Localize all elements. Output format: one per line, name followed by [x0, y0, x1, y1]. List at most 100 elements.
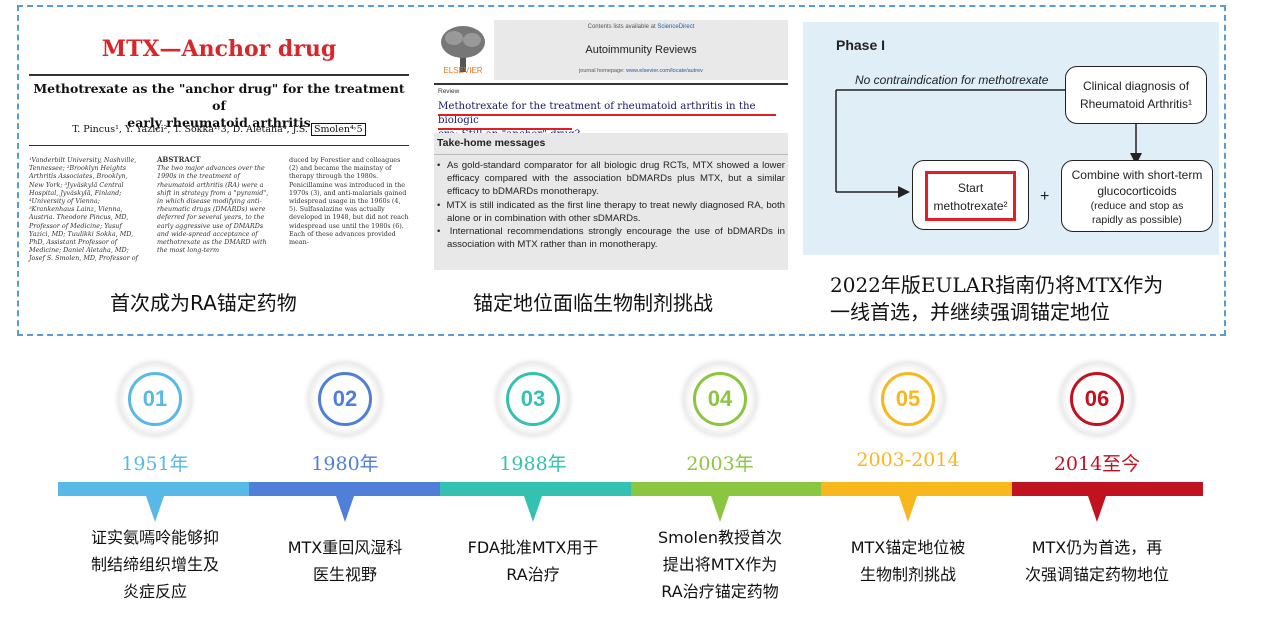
timeline-description: MTX重回风湿科 医生视野 — [250, 534, 440, 588]
journal-header: Contents lists available at ScienceDirec… — [494, 20, 788, 80]
red-underline — [438, 128, 572, 130]
take-home-heading: Take-home messages — [437, 137, 546, 149]
description-line: 炎症反应 — [122, 582, 187, 601]
contents-prefix: Contents lists available at — [587, 24, 658, 30]
paper-title-line1: Methotrexate as the "anchor drug" for th… — [33, 81, 405, 113]
timeline-pointer — [899, 496, 917, 522]
description-line: Smolen教授首次 — [658, 528, 782, 547]
description-line: MTX锚定地位被 — [850, 538, 966, 557]
list-item: • International recommendations strongly… — [437, 226, 785, 251]
description-line: RA治疗锚定药物 — [661, 582, 779, 601]
timeline-node-05: 05 — [871, 362, 945, 436]
description-line: FDA批准MTX用于 — [467, 538, 599, 557]
diagnosis-line1: Clinical diagnosis of — [1082, 79, 1190, 93]
timeline-pointer — [711, 496, 729, 522]
timeline-year: 1988年 — [499, 453, 567, 475]
divider — [29, 74, 409, 76]
description-line: 提出将MTX作为 — [662, 555, 778, 574]
timeline-year: 2003年 — [686, 453, 754, 475]
timeline-description: MTX仍为首选，再 次强调锚定药物地位 — [1002, 534, 1192, 588]
timeline-number: 05 — [881, 372, 935, 426]
start-mtx-box: Start methotrexate² — [912, 160, 1029, 230]
description-line: 证实氨嘕呤能够抑 — [90, 528, 219, 547]
timeline-bar-segment — [58, 482, 250, 496]
timeline-pointer — [146, 496, 164, 522]
timeline-year: 2003-2014 — [856, 449, 960, 471]
timeline-year: 1951年 — [121, 453, 189, 475]
timeline-description: MTX锚定地位被 生物制剂挑战 — [813, 534, 1003, 588]
panel3-caption-line2: 一线首选，并继续强调锚定地位 — [830, 300, 1110, 324]
timeline-number: 02 — [318, 372, 372, 426]
contents-line: Contents lists available at ScienceDirec… — [494, 24, 788, 30]
start-line1: Start — [957, 181, 984, 195]
timeline-node-06: 06 — [1060, 362, 1134, 436]
start-mtx-highlight: Start methotrexate² — [925, 171, 1016, 221]
panel3-caption: 2022年版EULAR指南仍将MTX作为 一线首选，并继续强调锚定地位 — [830, 272, 1163, 326]
timeline-node-04: 04 — [683, 362, 757, 436]
description-line: RA治疗 — [506, 565, 560, 584]
description-line: 制结缔组织增生及 — [90, 555, 219, 574]
autoimmunity-reviews-panel: ELSEVIER Contents lists available at Sci… — [434, 14, 788, 270]
journal-homepage: journal homepage: www.elsevier.com/locat… — [494, 68, 788, 74]
timeline-bar-segment — [248, 482, 441, 496]
homepage-url[interactable]: www.elsevier.com/locate/autrev — [626, 68, 703, 74]
abstract-heading: ABSTRACT — [157, 155, 201, 164]
description-line: 次强调锚定药物地位 — [1024, 565, 1169, 584]
combine-line2: glucocorticoids — [1097, 184, 1177, 198]
timeline-number: 01 — [128, 372, 182, 426]
timeline-description: FDA批准MTX用于 RA治疗 — [438, 534, 628, 588]
diagnosis-box: Clinical diagnosis of Rheumatoid Arthrit… — [1065, 66, 1207, 124]
glucocorticoids-box: Combine with short-term glucocorticoids … — [1061, 160, 1213, 232]
affiliations: ¹Vanderbilt University, Nashville, Tenne… — [29, 156, 138, 264]
take-home-box: Take-home messages • As gold-standard co… — [434, 133, 788, 270]
abstract: ABSTRACT The two major advances over the… — [157, 155, 275, 254]
timeline-node-03: 03 — [496, 362, 570, 436]
article-type: Review — [438, 88, 460, 95]
description-line: MTX仍为首选，再 — [1031, 538, 1163, 557]
timeline-bar-segment — [439, 482, 631, 496]
red-underline — [438, 114, 776, 116]
panel1-title: MTX—Anchor drug — [101, 36, 337, 62]
no-contraindication-label: No contraindication for methotrexate — [855, 73, 1049, 87]
anchor-drug-paper-panel: MTX—Anchor drug Methotrexate as the "anc… — [27, 14, 411, 264]
divider — [29, 145, 409, 146]
paper-authors: T. Pincus¹, Y. Yazici², T. Sokka¹˒3, D. … — [27, 123, 411, 136]
sciencedirect-link[interactable]: ScienceDirect — [657, 24, 694, 30]
combine-line4: rapidly as possible) — [1092, 214, 1182, 226]
timeline-node-02: 02 — [308, 362, 382, 436]
description-line: MTX重回风湿科 — [287, 538, 403, 557]
take-home-list: • As gold-standard comparator for all bi… — [437, 159, 785, 251]
journal-name: Autoimmunity Reviews — [585, 44, 697, 56]
timeline-year: 2014至今 — [1053, 453, 1141, 475]
timeline-bar-segment — [821, 482, 1013, 496]
panel1-caption: 首次成为RA锚定药物 — [110, 291, 297, 315]
timeline-number: 04 — [693, 372, 747, 426]
combine-line3: (reduce and stop as — [1090, 200, 1184, 212]
body-column: duced by Forestier and colleagues (2) an… — [289, 156, 409, 247]
panel3-caption-line1: 2022年版EULAR指南仍将MTX作为 — [830, 273, 1164, 297]
bullet-text: MTX is still indicated as the first line… — [446, 199, 785, 224]
timeline-bar-segment — [1012, 482, 1204, 496]
timeline-node-01: 01 — [118, 362, 192, 436]
timeline-pointer — [1088, 496, 1106, 522]
homepage-prefix: journal homepage: — [579, 68, 627, 74]
divider — [434, 154, 788, 155]
description-line: 生物制剂挑战 — [859, 565, 956, 584]
timeline-pointer — [336, 496, 354, 522]
authors-text: T. Pincus¹, Y. Yazici², T. Sokka¹˒3, D. … — [72, 124, 308, 135]
eular-flowchart-panel: Phase I No contraindication for methotre… — [803, 22, 1219, 255]
timeline-description: 证实氨嘕呤能够抑 制结缔组织增生及 炎症反应 — [60, 524, 250, 605]
description-line: 医生视野 — [312, 565, 377, 584]
divider — [434, 83, 788, 85]
timeline-description: Smolen教授首次 提出将MTX作为 RA治疗锚定药物 — [625, 524, 815, 605]
plus-sign: + — [1040, 188, 1050, 205]
smolen-highlight: Smolen⁴˒5 — [310, 123, 366, 136]
panel2-caption: 锚定地位面临生物制剂挑战 — [473, 291, 713, 315]
timeline-pointer — [524, 496, 542, 522]
timeline-number: 06 — [1070, 372, 1124, 426]
list-item: • As gold-standard comparator for all bi… — [437, 160, 785, 198]
timeline-bar-segment — [630, 482, 822, 496]
start-line2: methotrexate² — [933, 199, 1008, 213]
diagnosis-line2: Rheumatoid Arthritis¹ — [1079, 97, 1193, 111]
combine-line1: Combine with short-term — [1071, 168, 1203, 182]
